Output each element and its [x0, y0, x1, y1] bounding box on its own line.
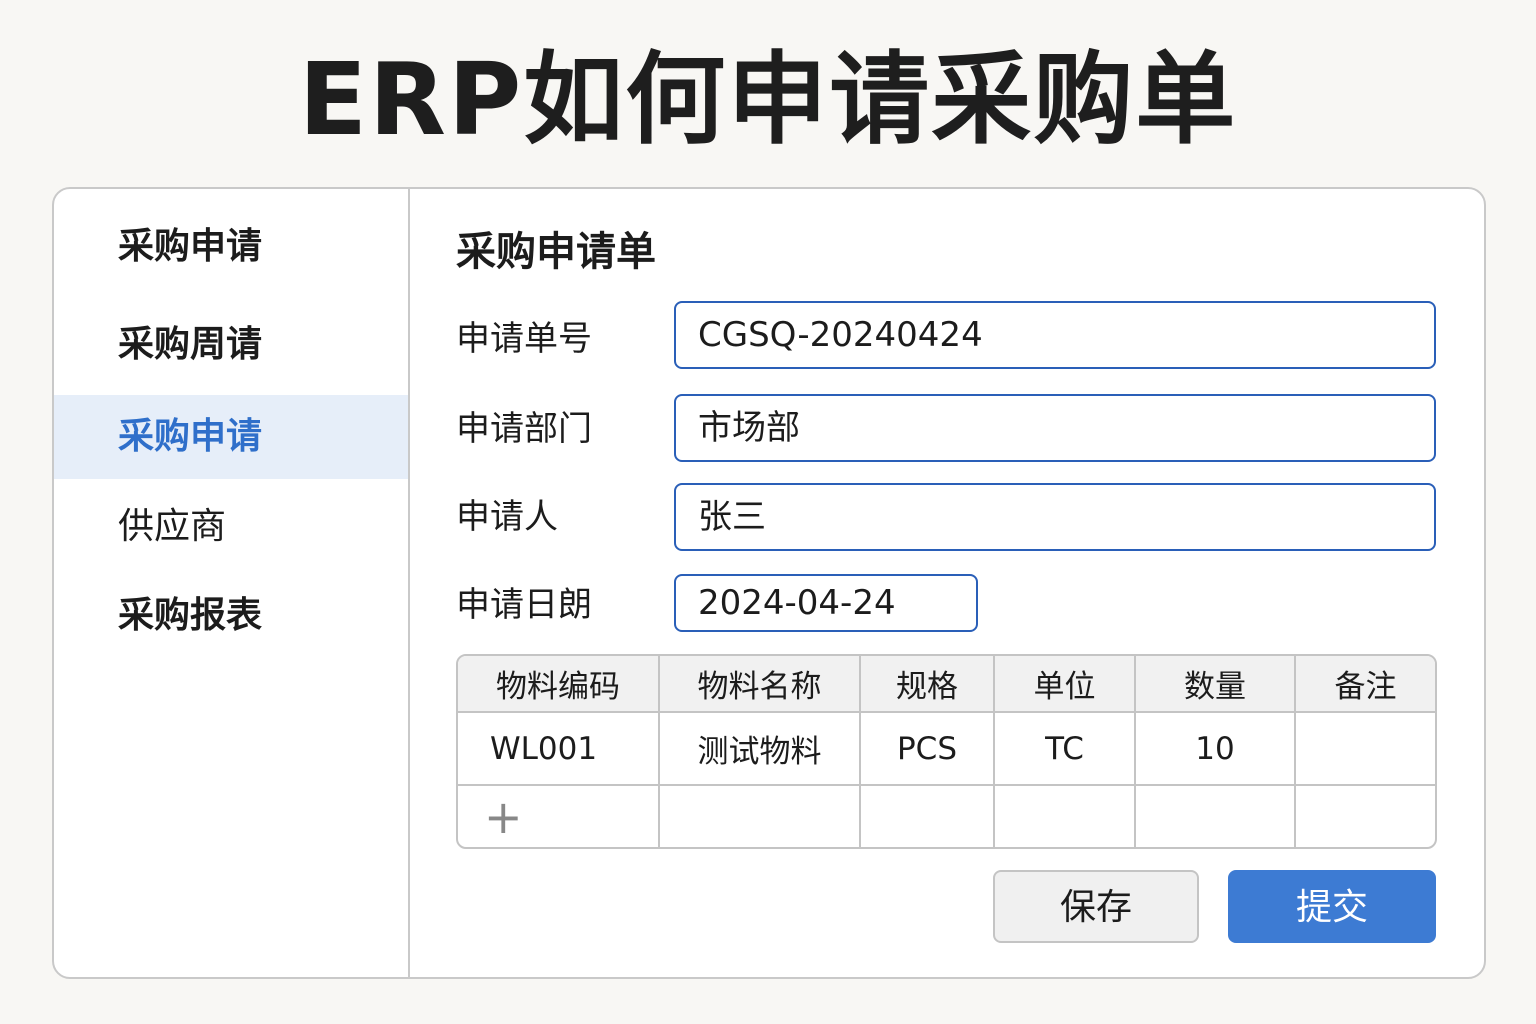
- table-row: WL001 测试物料 PCS TC 10: [458, 713, 1435, 786]
- sidebar: 采购申请 采购周请 采购申请 供应商 采购报表: [54, 189, 410, 977]
- add-row-button[interactable]: +: [458, 786, 660, 847]
- cell-remark[interactable]: [1296, 713, 1435, 786]
- cell-quantity[interactable]: 10: [1136, 713, 1296, 786]
- col-remark: 备注: [1296, 656, 1435, 713]
- col-material-name: 物料名称: [660, 656, 861, 713]
- items-table: 物料编码 物料名称 规格 单位 数量 备注 WL001 测试物料 PCS TC …: [456, 654, 1437, 849]
- col-unit: 单位: [995, 656, 1136, 713]
- cell-material-name[interactable]: 测试物料: [660, 713, 861, 786]
- add-row: +: [458, 786, 1435, 847]
- applicant-label: 申请人: [456, 497, 558, 537]
- applicant-input[interactable]: 张三: [674, 483, 1436, 551]
- sidebar-item-suppliers[interactable]: 供应商: [54, 485, 408, 569]
- submit-button[interactable]: 提交: [1228, 870, 1436, 943]
- col-spec: 规格: [861, 656, 995, 713]
- request-date-input[interactable]: 2024-04-24: [674, 574, 978, 632]
- save-button[interactable]: 保存: [993, 870, 1199, 943]
- department-label: 申请部门: [456, 409, 592, 449]
- form-title: 采购申请单: [456, 229, 656, 275]
- page-title: ERP如何申请采购单: [298, 41, 1238, 158]
- sidebar-item-purchase-request[interactable]: 采购申请: [54, 205, 408, 289]
- col-material-code: 物料编码: [458, 656, 660, 713]
- sidebar-item-purchase-request-active[interactable]: 采购申请: [54, 395, 408, 479]
- empty-cell: [995, 786, 1136, 847]
- cell-material-code[interactable]: WL001: [458, 713, 660, 786]
- empty-cell: [861, 786, 995, 847]
- erp-window: 采购申请 采购周请 采购申请 供应商 采购报表 采购申请单 申请单号 CGSQ-…: [52, 187, 1486, 979]
- cell-spec[interactable]: PCS: [861, 713, 995, 786]
- empty-cell: [1136, 786, 1296, 847]
- request-number-label: 申请单号: [456, 319, 592, 359]
- plus-icon: +: [484, 789, 523, 844]
- cell-unit[interactable]: TC: [995, 713, 1136, 786]
- request-number-input[interactable]: CGSQ-20240424: [674, 301, 1436, 369]
- col-quantity: 数量: [1136, 656, 1296, 713]
- department-input[interactable]: 市场部: [674, 394, 1436, 462]
- request-date-label: 申请日朗: [456, 585, 592, 625]
- sidebar-item-purchase-reports[interactable]: 采购报表: [54, 574, 408, 658]
- empty-cell: [660, 786, 861, 847]
- sidebar-item-purchase-weekly[interactable]: 采购周请: [54, 303, 408, 387]
- empty-cell: [1296, 786, 1435, 847]
